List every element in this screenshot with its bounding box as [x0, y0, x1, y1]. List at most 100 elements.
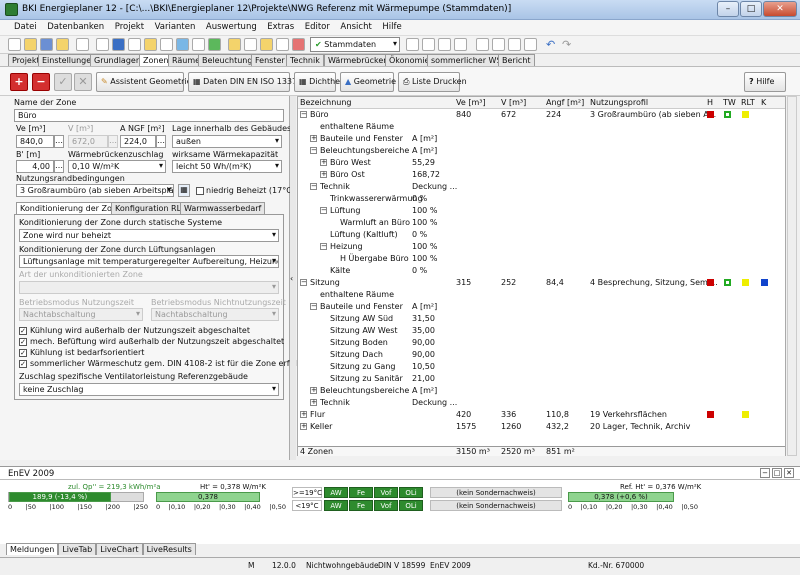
check4-checkbox[interactable]: ✓	[19, 360, 27, 368]
pages-icon[interactable]	[438, 38, 451, 51]
menu-hilfe[interactable]: Hilfe	[378, 20, 405, 34]
doc-icon[interactable]	[406, 38, 419, 51]
tree-row[interactable]: Sitzung AW Süd 31,50	[298, 313, 785, 325]
tab-livechart[interactable]: LiveChart	[96, 543, 143, 555]
assistent-geometrie-button[interactable]: ✎ Assistent Geometrie	[96, 72, 192, 92]
tree-row[interactable]: Warmluft an Büro 100 %	[298, 217, 785, 229]
menu-extras[interactable]: Extras	[263, 20, 298, 34]
col-rlt[interactable]: RLT	[741, 98, 755, 107]
tree-row[interactable]: − Lüftung 100 %	[298, 205, 785, 217]
tab-technik[interactable]: Technik	[286, 54, 324, 66]
menu-projekt[interactable]: Projekt	[111, 20, 148, 34]
tree-row[interactable]: Sitzung zu Sanitär 21,00	[298, 373, 785, 385]
tab-konfiguration-rlt[interactable]: Konfiguration RLT	[111, 202, 189, 214]
nutz-select[interactable]: 3 Großraumbüro (ab sieben Arbeitsplätze)	[16, 184, 174, 197]
compare-icon[interactable]	[276, 38, 289, 51]
save-icon[interactable]	[40, 38, 53, 51]
col-h[interactable]: H	[707, 98, 713, 107]
daten-din-button[interactable]: ▦ Daten DIN EN ISO 13370	[188, 72, 302, 92]
export-icon[interactable]	[208, 38, 221, 51]
page-icon[interactable]	[422, 38, 435, 51]
expand-icon[interactable]: +	[310, 135, 317, 142]
collapse-icon[interactable]: −	[320, 207, 327, 214]
col-k[interactable]: K	[761, 98, 766, 107]
menu-varianten[interactable]: Varianten	[151, 20, 200, 34]
open-icon[interactable]	[24, 38, 37, 51]
panel2-icon[interactable]	[492, 38, 505, 51]
tree-row[interactable]: − Technik Deckung ...	[298, 181, 785, 193]
calc-icon[interactable]	[128, 38, 141, 51]
tree-row[interactable]: + Beleuchtungsbereiche A [m²]	[298, 385, 785, 397]
tab-grundlagen[interactable]: Grundlagen	[90, 54, 145, 66]
col-angf[interactable]: Angf [m²]	[546, 98, 584, 107]
collapse-arrow-icon[interactable]: ‹	[290, 274, 293, 283]
tab-meldungen[interactable]: Meldungen	[6, 543, 59, 555]
tab-livetab[interactable]: LiveTab	[58, 543, 97, 555]
expand-icon[interactable]: +	[300, 411, 307, 418]
menu-ansicht[interactable]: Ansicht	[336, 20, 375, 34]
expand-icon[interactable]: +	[320, 171, 327, 178]
tab-fenster[interactable]: Fenster	[251, 54, 289, 66]
tree-row[interactable]: Sitzung AW West 35,00	[298, 325, 785, 337]
menu-datenbanken[interactable]: Datenbanken	[43, 20, 108, 34]
dichtheit-button[interactable]: ▦ Dichtheit	[294, 72, 345, 92]
minimize-button[interactable]: –	[717, 1, 739, 17]
print-icon[interactable]	[76, 38, 89, 51]
help-icon[interactable]	[112, 38, 125, 51]
tree-row[interactable]: Trinkwassererwärmung 0 %	[298, 193, 785, 205]
collapse-icon[interactable]: −	[320, 243, 327, 250]
collapse-icon[interactable]: −	[310, 303, 317, 310]
check1-checkbox[interactable]: ✓	[19, 327, 27, 335]
tree-row[interactable]: Sitzung Dach 90,00	[298, 349, 785, 361]
float-panel-button[interactable]: □	[772, 468, 782, 478]
liste-drucken-button[interactable]: ⎙ Liste Drucken	[398, 72, 467, 92]
lage-select[interactable]: außen	[172, 135, 282, 148]
collapse-icon[interactable]: −	[310, 147, 317, 154]
variant-icon[interactable]	[260, 38, 273, 51]
col-ve[interactable]: Ve [m³]	[456, 98, 486, 107]
table-icon[interactable]	[176, 38, 189, 51]
tree-row[interactable]: − Büro 840 672 224 3 Großraumbüro (ab sieben …	[298, 109, 785, 121]
wbz-select[interactable]: 0,10 W/m²K	[68, 160, 166, 173]
settings-icon[interactable]	[454, 38, 467, 51]
tab-bericht[interactable]: Bericht	[498, 54, 535, 66]
table-icon[interactable]: ▦	[178, 184, 190, 197]
confirm-button[interactable]: ✓	[54, 73, 72, 91]
tab-warmwasserbedarf[interactable]: Warmwasserbedarf	[180, 202, 266, 214]
tree-row[interactable]: Kälte 0 %	[298, 265, 785, 277]
tree-row[interactable]: − Bauteile und Fenster A [m²]	[298, 301, 785, 313]
check2-checkbox[interactable]: ✓	[19, 338, 27, 346]
paste-icon[interactable]	[244, 38, 257, 51]
tree-row[interactable]: enthaltene Räume	[298, 289, 785, 301]
wwk-select[interactable]: leicht 50 Wh/(m²K)	[172, 160, 282, 173]
undo-icon[interactable]: ↶	[546, 38, 555, 51]
key-icon[interactable]	[144, 38, 157, 51]
add-zone-button[interactable]: +	[10, 73, 28, 91]
panel3-icon[interactable]	[508, 38, 521, 51]
hilfe-button[interactable]: ? Hilfe	[744, 72, 786, 92]
tree-row[interactable]: Sitzung zu Gang 10,50	[298, 361, 785, 373]
splitter[interactable]: ‹	[290, 96, 296, 460]
expand-icon[interactable]: +	[310, 399, 317, 406]
delete-icon[interactable]	[292, 38, 305, 51]
luft-select[interactable]: Lüftungsanlage mit temperaturgeregelter …	[19, 255, 279, 268]
col-v[interactable]: V [m³]	[501, 98, 526, 107]
close-panel-button[interactable]: ✕	[784, 468, 794, 478]
menu-datei[interactable]: Datei	[0, 20, 41, 34]
expand-icon[interactable]: +	[320, 159, 327, 166]
angf-picker-button[interactable]: …	[156, 135, 166, 148]
ve-picker-button[interactable]: …	[54, 135, 64, 148]
tab-liveresults[interactable]: LiveResults	[142, 543, 196, 555]
tree-scrollbar[interactable]	[787, 96, 797, 456]
collapse-icon[interactable]: −	[310, 183, 317, 190]
geometrie-button[interactable]: ▲ Geometrie	[340, 72, 396, 92]
collapse-icon[interactable]: −	[300, 111, 307, 118]
grid-icon[interactable]	[96, 38, 109, 51]
angf-field[interactable]: 224,0	[120, 135, 156, 148]
tree-row[interactable]: + Büro Ost 168,72	[298, 169, 785, 181]
zuschlag-select[interactable]: keine Zuschlag	[19, 383, 279, 396]
tree-row[interactable]: − Beleuchtungsbereiche A [m²]	[298, 145, 785, 157]
tree-row[interactable]: Lüftung (Kaltluft) 0 %	[298, 229, 785, 241]
tree-row[interactable]: enthaltene Räume	[298, 121, 785, 133]
copy-icon[interactable]	[228, 38, 241, 51]
